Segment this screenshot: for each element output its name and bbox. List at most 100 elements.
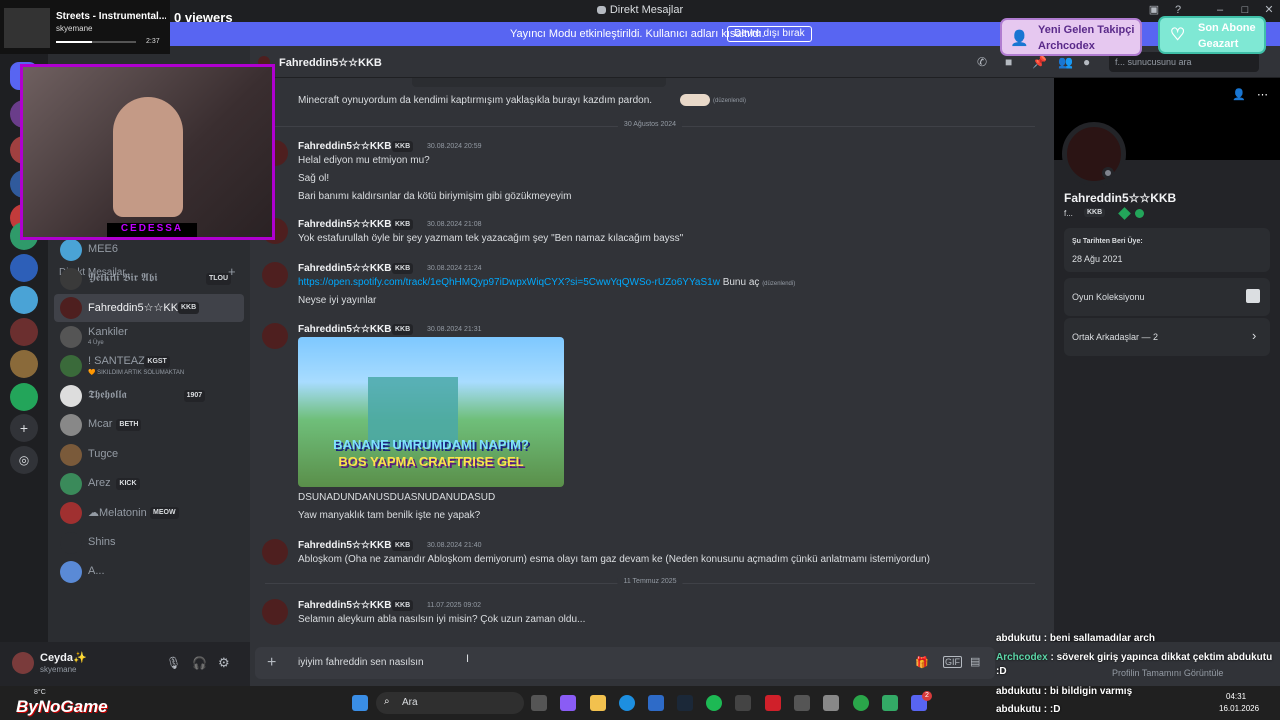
more-icon[interactable]: ⋯ — [1257, 88, 1268, 101]
spotify-icon[interactable] — [706, 695, 722, 711]
avatar[interactable] — [12, 652, 34, 674]
call-icon[interactable]: ✆ — [977, 55, 987, 69]
member-since-label: Şu Tarihten Beri Üye: — [1072, 238, 1143, 245]
clan-tag[interactable]: BETH — [116, 419, 142, 431]
add-member-icon[interactable]: 👥 — [1058, 55, 1073, 69]
profile-icon[interactable]: ● — [1083, 55, 1090, 69]
edge-icon[interactable] — [619, 695, 635, 711]
discover-icon[interactable]: ◎ — [10, 446, 38, 474]
server-icon[interactable] — [10, 383, 38, 411]
dm-item[interactable]: Fahreddin5☆☆KKB KKB — [54, 294, 244, 322]
app-icon[interactable] — [823, 695, 839, 711]
task-view-icon[interactable] — [531, 695, 547, 711]
message-timestamp: 30.08.2024 20:59 — [427, 143, 482, 150]
message-author[interactable]: Fahreddin5☆☆KKB — [298, 219, 392, 230]
clan-tag[interactable]: KKB — [392, 141, 414, 152]
server-icon[interactable] — [10, 350, 38, 378]
file-explorer-icon[interactable] — [590, 695, 606, 711]
help-icon[interactable]: ? — [1171, 3, 1185, 17]
avatar[interactable] — [262, 323, 288, 349]
clan-tag[interactable]: KKB — [178, 302, 200, 314]
clan-tag[interactable]: KKB — [392, 540, 414, 551]
avatar[interactable] — [262, 599, 288, 625]
clan-tag[interactable]: TLOU — [206, 273, 232, 285]
quest-badge-icon[interactable] — [1135, 209, 1144, 218]
dm-item[interactable]: 𝖄𝖊𝖙𝖐𝖎𝖑𝖎 𝕭𝖎𝖗 𝕬𝖇𝖎 TLOU — [54, 265, 244, 293]
message-author[interactable]: Fahreddin5☆☆KKB — [298, 540, 392, 551]
server-icon[interactable] — [10, 254, 38, 282]
game-collection-card[interactable]: Oyun Koleksiyonu — [1064, 278, 1270, 316]
user-status: skyemane — [40, 665, 77, 674]
maximize-button[interactable]: □ — [1238, 3, 1252, 17]
profile-handle: f... — [1064, 209, 1073, 218]
dm-item[interactable]: A... — [54, 558, 244, 586]
microphone-icon[interactable]: 🎙 — [166, 656, 181, 670]
app-icon[interactable] — [735, 695, 751, 711]
video-icon[interactable]: ■ — [1005, 55, 1012, 69]
dm-item[interactable]: Shins — [54, 529, 244, 557]
avatar — [60, 561, 82, 583]
taskbar-search[interactable]: ⌕ Ara — [376, 692, 524, 714]
clan-tag[interactable]: KGST — [144, 356, 170, 368]
store-icon[interactable] — [648, 695, 664, 711]
clan-tag[interactable]: KKB — [1084, 208, 1106, 217]
gear-icon[interactable]: ⚙ — [218, 655, 230, 671]
message-timestamp: 30.08.2024 21:08 — [427, 221, 482, 228]
clan-tag[interactable]: KKB — [392, 324, 414, 335]
gif-icon[interactable]: GIF — [943, 656, 962, 668]
dm-item[interactable]: Mcar BETH — [54, 411, 244, 439]
start-button[interactable] — [352, 695, 368, 711]
message-text: DSUNADUNDANUSDUASNUDANUDASUD — [298, 492, 496, 503]
message-input[interactable]: iyiyim fahreddin sen nasılsın — [298, 657, 424, 668]
dm-item[interactable]: ☁Melatonin MEOW — [54, 499, 244, 527]
weather-temp[interactable]: 8°C — [34, 689, 46, 696]
app-icon[interactable] — [765, 695, 781, 711]
album-art — [4, 8, 50, 48]
message-text: Helal ediyon mu etmiyon mu? — [298, 155, 430, 166]
app-icon[interactable] — [794, 695, 810, 711]
clan-tag[interactable]: KICK — [116, 478, 140, 490]
chrome-icon[interactable] — [853, 695, 869, 711]
clan-tag[interactable]: 1907 — [183, 390, 206, 402]
add-server-icon[interactable]: + — [10, 414, 38, 442]
dm-item[interactable]: Kankiler 4 Üye — [54, 323, 244, 351]
mutual-friends-card[interactable]: Ortak Arkadaşlar — 2 › — [1064, 318, 1270, 356]
message-author[interactable]: Fahreddin5☆☆KKB — [298, 141, 392, 152]
disable-streamer-mode-button[interactable]: Devre dışı bırak — [727, 26, 812, 42]
message-author[interactable]: Fahreddin5☆☆KKB — [298, 263, 392, 274]
inbox-icon[interactable]: ▣ — [1147, 3, 1161, 17]
close-button[interactable]: ✕ — [1262, 3, 1276, 17]
minecraft-screenshot[interactable]: BANANE UMRUMDAMI NAPIM? BOS YAPMA CRAFTR… — [298, 337, 564, 487]
profile-avatar[interactable] — [1062, 122, 1126, 186]
copilot-icon[interactable] — [560, 695, 576, 711]
clan-tag[interactable]: KKB — [392, 263, 414, 274]
headphones-icon[interactable]: 🎧 — [192, 656, 207, 670]
avatar[interactable] — [262, 539, 288, 565]
message-author[interactable]: Fahreddin5☆☆KKB — [298, 600, 392, 611]
add-attachment-icon[interactable]: + — [267, 654, 276, 672]
nitro-badge-icon[interactable] — [1118, 207, 1131, 220]
clan-tag[interactable]: KKB — [392, 219, 414, 230]
steam-icon[interactable] — [677, 695, 693, 711]
server-icon[interactable] — [10, 286, 38, 314]
avatar[interactable] — [262, 262, 288, 288]
add-friend-icon[interactable]: 👤 — [1232, 88, 1246, 101]
message-author[interactable]: Fahreddin5☆☆KKB — [298, 324, 392, 335]
subscriber-alert-name: Geazart — [1198, 38, 1239, 50]
dm-item[interactable]: 𝕿𝖍𝖊𝖍𝖔𝖑𝖑𝖆 1907 — [54, 382, 244, 410]
dm-item[interactable]: ! SANTEAZ KGST 🧡 SIKILDIM ARTIK SOLUMAKTAN — [54, 352, 244, 380]
avatar — [60, 239, 82, 261]
sticker-icon[interactable]: ▤ — [970, 655, 980, 668]
clan-tag[interactable]: KKB — [392, 600, 414, 611]
spotify-link[interactable]: https://open.spotify.com/track/1eQhHMQyp… — [298, 277, 720, 288]
gift-icon[interactable]: 🎁 — [915, 656, 929, 669]
pin-icon[interactable]: 📌 — [1032, 55, 1047, 69]
server-icon[interactable] — [10, 318, 38, 346]
minimize-button[interactable]: – — [1213, 3, 1227, 17]
message-composer[interactable]: + iyiyim fahreddin sen nasılsın I 🎁 GIF … — [255, 647, 995, 679]
clan-tag[interactable]: MEOW — [150, 507, 179, 519]
dm-item[interactable]: Arez KICK — [54, 470, 244, 498]
app-icon[interactable] — [882, 695, 898, 711]
dm-item[interactable]: Tugce — [54, 441, 244, 469]
dm-item[interactable]: MEE6 — [54, 236, 244, 264]
